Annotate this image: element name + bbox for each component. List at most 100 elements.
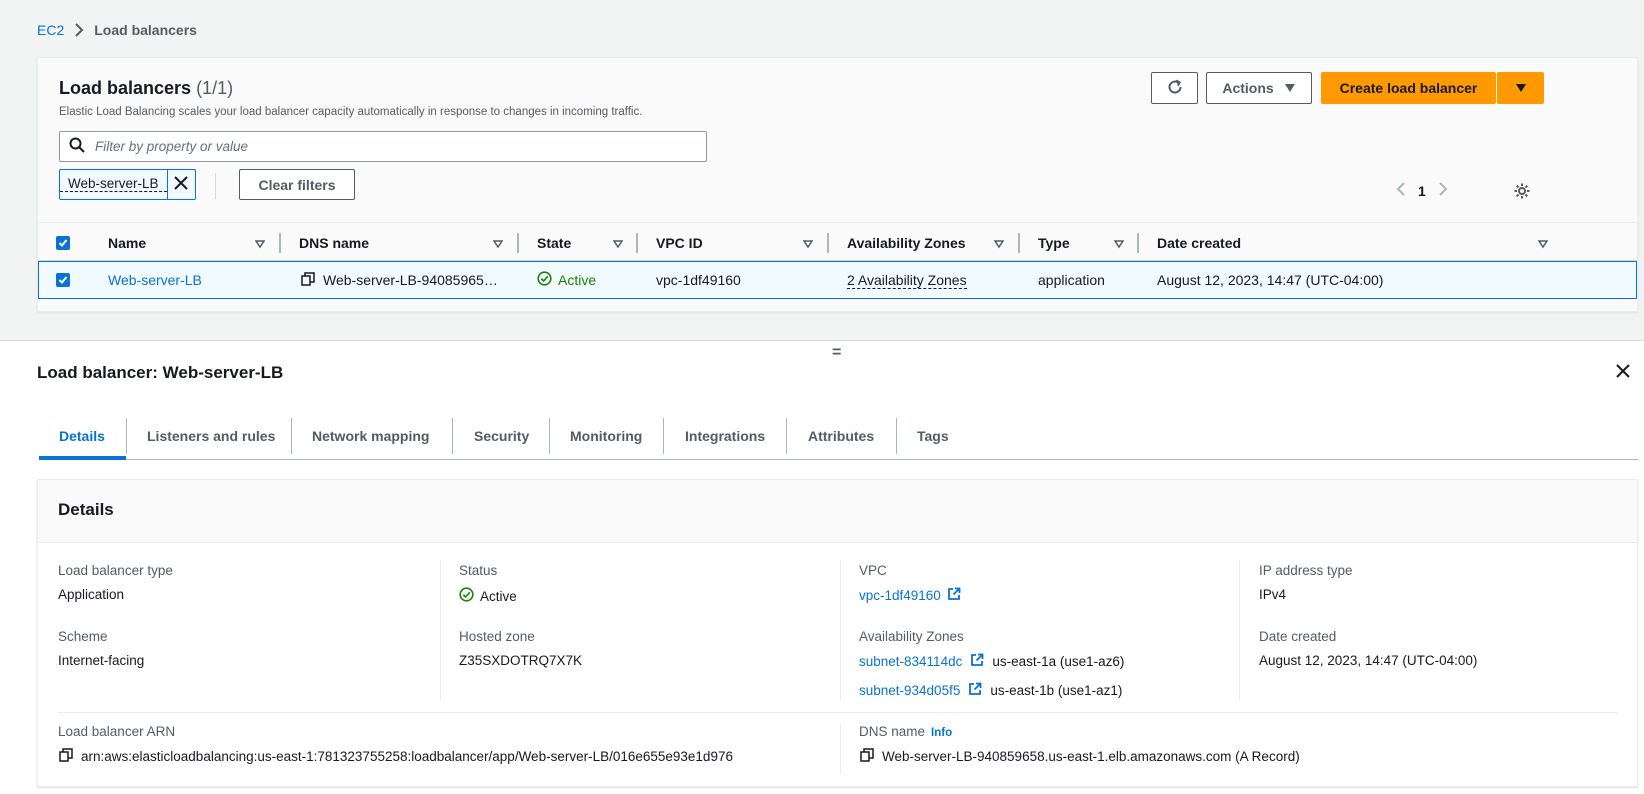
sort-caret-icon[interactable] xyxy=(612,236,624,252)
row-state-text: Active xyxy=(558,272,597,288)
filter-placeholder: Filter by property or value xyxy=(95,139,249,154)
remove-filter-button[interactable] xyxy=(166,170,195,199)
subnet-link[interactable]: subnet-934d05f5 xyxy=(859,683,960,698)
page-title: Load balancers (1/1) xyxy=(59,78,233,99)
tab-divider xyxy=(786,418,787,454)
subnet-zone: us-east-1a (use1-az6) xyxy=(992,654,1125,669)
sort-caret-icon[interactable] xyxy=(1537,236,1549,252)
tab-integrations[interactable]: Integrations xyxy=(685,413,765,459)
actions-button[interactable]: Actions xyxy=(1206,72,1312,104)
breadcrumb-ec2-link[interactable]: EC2 xyxy=(37,22,64,38)
status-success-icon xyxy=(537,271,552,289)
arn-value: arn:aws:elasticloadbalancing:us-east-1:7… xyxy=(59,748,733,765)
dns-name-label: DNS name xyxy=(859,724,926,739)
row-dns: Web-server-LB-94085965… xyxy=(301,262,498,298)
sort-caret-icon[interactable] xyxy=(492,236,504,252)
row-divider xyxy=(58,712,1618,713)
sort-caret-icon[interactable] xyxy=(802,236,814,252)
external-link-icon[interactable] xyxy=(970,653,984,670)
dns-name-value: Web-server-LB-940859658.us-east-1.elb.am… xyxy=(860,748,1300,765)
create-load-balancer-label: Create load balancer xyxy=(1339,80,1478,96)
column-resizer[interactable] xyxy=(827,233,829,253)
column-divider xyxy=(1239,560,1240,700)
create-load-balancer-button[interactable]: Create load balancer xyxy=(1321,72,1496,104)
column-resizer[interactable] xyxy=(636,233,638,253)
sort-caret-icon[interactable] xyxy=(254,236,266,252)
copy-icon[interactable] xyxy=(860,748,874,765)
filter-divider xyxy=(215,173,216,199)
column-divider xyxy=(440,560,441,700)
create-options-dropdown-button[interactable] xyxy=(1497,72,1544,104)
caret-down-icon xyxy=(1284,80,1296,96)
tab-monitoring[interactable]: Monitoring xyxy=(570,413,642,459)
row-az-text[interactable]: 2 Availability Zones xyxy=(847,272,967,289)
tab-details[interactable]: Details xyxy=(59,413,105,459)
column-resizer[interactable] xyxy=(517,233,519,253)
tab-tags[interactable]: Tags xyxy=(917,413,949,459)
tab-network-mapping[interactable]: Network mapping xyxy=(312,413,429,459)
row-vpc: vpc-1df49160 xyxy=(656,272,741,288)
row-checkbox[interactable] xyxy=(56,262,70,298)
status-success-icon xyxy=(459,587,474,605)
subnet-link[interactable]: subnet-834114dc xyxy=(859,654,962,669)
column-header-vpc[interactable]: VPC ID xyxy=(656,223,703,262)
subnet-row: subnet-834114dc us-east-1a (use1-az6) xyxy=(859,653,1124,670)
column-resizer[interactable] xyxy=(279,233,281,253)
ip-type-label: IP address type xyxy=(1259,563,1353,578)
column-resizer[interactable] xyxy=(1018,233,1020,253)
split-panel-handle[interactable]: = xyxy=(832,344,841,362)
close-icon[interactable] xyxy=(1616,364,1630,381)
tab-attributes[interactable]: Attributes xyxy=(808,413,874,459)
chevron-left-icon[interactable] xyxy=(1396,182,1406,199)
status-label: Status xyxy=(459,563,498,578)
filter-input[interactable]: Filter by property or value xyxy=(59,131,707,162)
row-az[interactable]: 2 Availability Zones xyxy=(847,262,967,298)
ip-type-value: IPv4 xyxy=(1259,587,1287,602)
tab-security[interactable]: Security xyxy=(474,413,529,459)
lb-type-value: Application xyxy=(58,587,125,602)
subnet-zone: us-east-1b (use1-az1) xyxy=(990,683,1123,698)
active-tab-indicator xyxy=(39,456,126,460)
page-number[interactable]: 1 xyxy=(1418,183,1426,199)
external-link-icon[interactable] xyxy=(968,682,982,699)
actions-label: Actions xyxy=(1222,80,1274,96)
pagination: 1 xyxy=(1396,182,1448,199)
table-row[interactable]: Web-server-LB Web-server-LB-94085965… Ac… xyxy=(38,261,1637,299)
column-header-state[interactable]: State xyxy=(537,223,571,262)
panel-title-count: (1/1) xyxy=(196,78,234,98)
copy-icon[interactable] xyxy=(59,748,73,765)
column-divider xyxy=(840,724,841,774)
column-resizer[interactable] xyxy=(1137,233,1139,253)
row-name-link[interactable]: Web-server-LB xyxy=(108,262,202,298)
arn-label: Load balancer ARN xyxy=(58,724,176,739)
filter-token-label[interactable]: Web-server-LB xyxy=(60,176,167,192)
sort-caret-icon[interactable] xyxy=(993,236,1005,252)
clear-filters-button[interactable]: Clear filters xyxy=(239,169,355,200)
details-card-title: Details xyxy=(58,500,114,519)
dns-name-label-group: DNS name Info xyxy=(859,724,952,739)
clear-filters-label: Clear filters xyxy=(258,176,336,193)
vpc-link[interactable]: vpc-1df49160 xyxy=(859,588,941,603)
info-link[interactable]: Info xyxy=(931,727,952,739)
hosted-zone-label: Hosted zone xyxy=(459,629,535,644)
details-card: Details Load balancer type Application S… xyxy=(37,479,1638,787)
column-header-date[interactable]: Date created xyxy=(1157,223,1241,262)
column-header-az[interactable]: Availability Zones xyxy=(847,223,966,262)
copy-icon[interactable] xyxy=(301,271,315,289)
detail-title: Load balancer: Web-server-LB xyxy=(37,363,284,382)
column-divider xyxy=(840,560,841,700)
dns-name-value-text: Web-server-LB-940859658.us-east-1.elb.am… xyxy=(882,749,1300,764)
chevron-right-icon[interactable] xyxy=(1438,182,1448,199)
column-header-type[interactable]: Type xyxy=(1038,223,1070,262)
column-header-dns[interactable]: DNS name xyxy=(299,223,369,262)
scheme-value: Internet-facing xyxy=(58,653,145,668)
sort-caret-icon[interactable] xyxy=(1113,236,1125,252)
refresh-icon xyxy=(1166,78,1184,99)
tab-listeners-and-rules[interactable]: Listeners and rules xyxy=(147,413,275,459)
gear-icon[interactable] xyxy=(1513,182,1531,203)
external-link-icon[interactable] xyxy=(947,587,961,604)
column-header-name[interactable]: Name xyxy=(108,223,146,262)
refresh-button[interactable] xyxy=(1151,72,1198,104)
hosted-zone-value: Z35SXDOTRQ7X7K xyxy=(459,653,583,668)
select-all-checkbox[interactable] xyxy=(56,223,70,262)
